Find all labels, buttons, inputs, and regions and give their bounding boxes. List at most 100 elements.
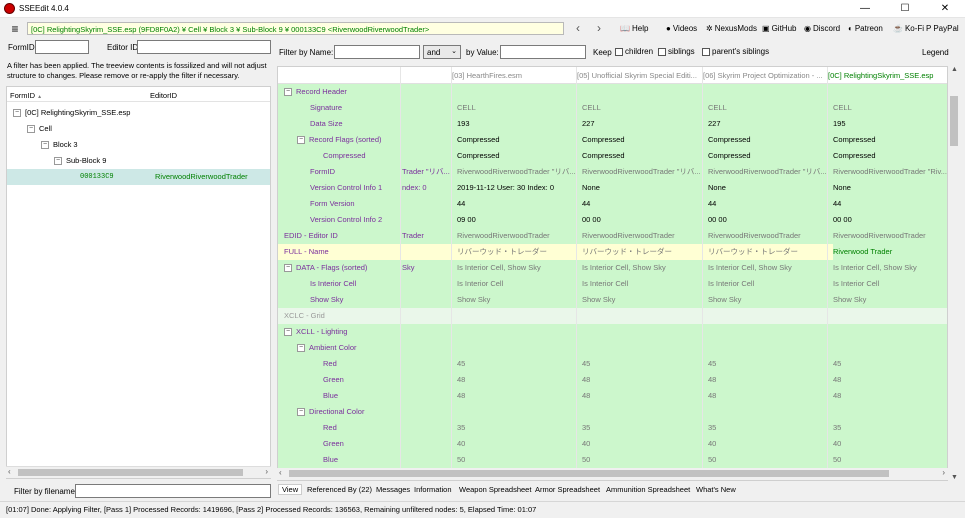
grid-cell[interactable]: Compressed [457,148,575,164]
grid-row-label[interactable]: − Ambient Color [297,340,413,356]
grid-cell[interactable]: 50 [582,452,700,468]
col-editorid[interactable]: EditorID [150,91,177,100]
grid-cell[interactable]: リバーウッド・トレーダー [708,244,826,260]
grid-cell[interactable] [582,404,700,420]
grid-cell[interactable]: リバーウッド・トレーダー [457,244,575,260]
grid-cell[interactable] [708,308,826,324]
grid-cell[interactable]: RiverwoodRiverwoodTrader [833,228,947,244]
tree-node-subblock[interactable]: − Sub-Block 9 [7,153,270,169]
grid-cell[interactable]: CELL [833,100,947,116]
grid-cell[interactable]: Compressed [708,148,826,164]
link-help[interactable]: 📖 Help [620,24,648,33]
grid-cell[interactable]: 227 [708,116,826,132]
grid-row[interactable]: XCLC - Grid [278,308,947,324]
grid-cell[interactable] [582,308,700,324]
grid-vertical-scrollbar[interactable]: ▲ ▼ [948,66,960,481]
grid-row[interactable]: Green 40 40 40 40 [278,436,947,452]
grid-cell[interactable]: Is Interior Cell [708,276,826,292]
collapse-icon[interactable]: − [284,264,292,273]
grid-cell[interactable]: RiverwoodRiverwoodTrader [708,228,826,244]
tree-node-cell[interactable]: − Cell [7,121,270,137]
grid-cell[interactable]: Compressed [833,148,947,164]
tab-referenced-by-22[interactable]: Referenced By (22) [307,485,372,494]
grid-cell[interactable]: 48 [708,372,826,388]
grid-cell[interactable]: 44 [708,196,826,212]
grid-cell[interactable]: 35 [582,420,700,436]
back-arrow-icon[interactable]: ‹ [571,20,585,36]
grid-cell[interactable]: 48 [582,388,700,404]
grid-cell[interactable]: 35 [708,420,826,436]
link-kofi[interactable]: ☕ Ko-Fi [893,24,924,33]
grid-cell[interactable] [457,404,575,420]
grid-cell[interactable]: 48 [582,372,700,388]
grid-row[interactable]: Show Sky Show Sky Show Sky Show Sky Show Sky [278,292,947,308]
maximize-button[interactable]: ☐ [885,0,925,18]
filter-value-input[interactable] [500,45,586,59]
grid-cell[interactable]: 48 [708,388,826,404]
grid-cell[interactable]: Compressed [457,132,575,148]
col-formid[interactable]: FormID ▲ [10,91,42,100]
grid-row[interactable]: − Record Flags (sorted) Compressed Compress… [278,132,947,148]
grid-cell[interactable]: CELL [457,100,575,116]
grid-cell[interactable] [833,84,947,100]
grid-row[interactable]: Data Size 193 227 227 195 [278,116,947,132]
grid-cell[interactable] [457,324,575,340]
grid-cell[interactable]: Show Sky [582,292,700,308]
grid-cell[interactable] [833,308,947,324]
parents-siblings-checkbox[interactable]: parent's siblings [702,47,769,56]
grid-cell[interactable]: 09 00 [457,212,575,228]
filter-name-input[interactable] [334,45,420,59]
grid-horizontal-scrollbar[interactable]: ‹ › [277,468,948,480]
collapse-icon[interactable]: − [297,136,305,145]
grid-cell[interactable] [457,308,575,324]
grid-row[interactable]: Green 48 48 48 48 [278,372,947,388]
grid-cell[interactable]: 195 [833,116,947,132]
grid-cell[interactable]: CELL [708,100,826,116]
grid-row[interactable]: Red 35 35 35 35 [278,420,947,436]
link-videos[interactable]: ● Videos [666,24,697,33]
grid-cell[interactable]: None [833,180,947,196]
grid-cell[interactable] [708,84,826,100]
tab-weapon-spreadsheet[interactable]: Weapon Spreadsheet [459,485,531,494]
link-nexusmods[interactable]: ✲ NexusMods [706,24,757,33]
collapse-icon[interactable]: − [284,88,292,97]
grid-cell[interactable]: RiverwoodRiverwoodTrader "リバ... [582,164,700,180]
grid-cell[interactable]: Is Interior Cell, Show Sky [833,260,947,276]
tab-ammunition-spreadsheet[interactable]: Ammunition Spreadsheet [606,485,690,494]
link-github[interactable]: ▣ GitHub [762,24,796,33]
record-tree[interactable]: FormID ▲ EditorID − [0C] RelightingSkyrim… [6,86,271,479]
grid-row[interactable]: FULL - Name リバーウッド・トレーダー リバーウッド・トレーダー リバーウッ… [278,244,947,260]
grid-cell[interactable]: 40 [833,436,947,452]
menu-hamburger-icon[interactable]: ≡ [8,22,22,36]
grid-cell[interactable]: 2019-11-12 User: 30 Index: 0 [457,180,575,196]
grid-row[interactable]: − Directional Color [278,404,947,420]
collapse-icon[interactable]: − [13,109,21,118]
grid-cell[interactable]: Compressed [582,132,700,148]
column-header[interactable]: [0C] RelightingSkyrim_SSE.esp [828,71,947,80]
grid-row-label[interactable]: − DATA - Flags (sorted) [284,260,400,276]
collapse-icon[interactable]: − [27,125,35,134]
grid-cell[interactable]: CELL [582,100,700,116]
collapse-icon[interactable]: − [41,141,49,150]
tree-node-plugin[interactable]: − [0C] RelightingSkyrim_SSE.esp [7,105,270,121]
grid-row[interactable]: Form Version 44 44 44 44 [278,196,947,212]
grid-row-label[interactable]: FULL - Name [284,244,400,260]
grid-cell[interactable]: None [582,180,700,196]
tree-node-block[interactable]: − Block 3 [7,137,270,153]
grid-cell[interactable]: Show Sky [833,292,947,308]
close-button[interactable]: ✕ [925,0,965,18]
grid-cell[interactable]: 35 [833,420,947,436]
link-patreon[interactable]: ◐ Patreon [848,24,883,33]
grid-cell[interactable] [582,324,700,340]
column-header[interactable]: [03] HearthFires.esm [452,71,572,80]
column-header[interactable]: [05] Unofficial Skyrim Special Editi... [577,71,699,80]
collapse-icon[interactable]: − [297,408,305,417]
grid-row[interactable]: − Record Header [278,84,947,100]
grid-cell[interactable]: 40 [582,436,700,452]
grid-cell[interactable]: Is Interior Cell [457,276,575,292]
grid-cell[interactable] [582,340,700,356]
grid-cell[interactable]: RiverwoodRiverwoodTrader [457,228,575,244]
record-compare-grid[interactable]: [03] HearthFires.esm [05] Unofficial Sky… [277,66,948,481]
record-path-bar[interactable]: [0C] RelightingSkyrim_SSE.esp (9FD8F0A2)… [27,22,564,35]
grid-cell[interactable]: Is Interior Cell, Show Sky [708,260,826,276]
